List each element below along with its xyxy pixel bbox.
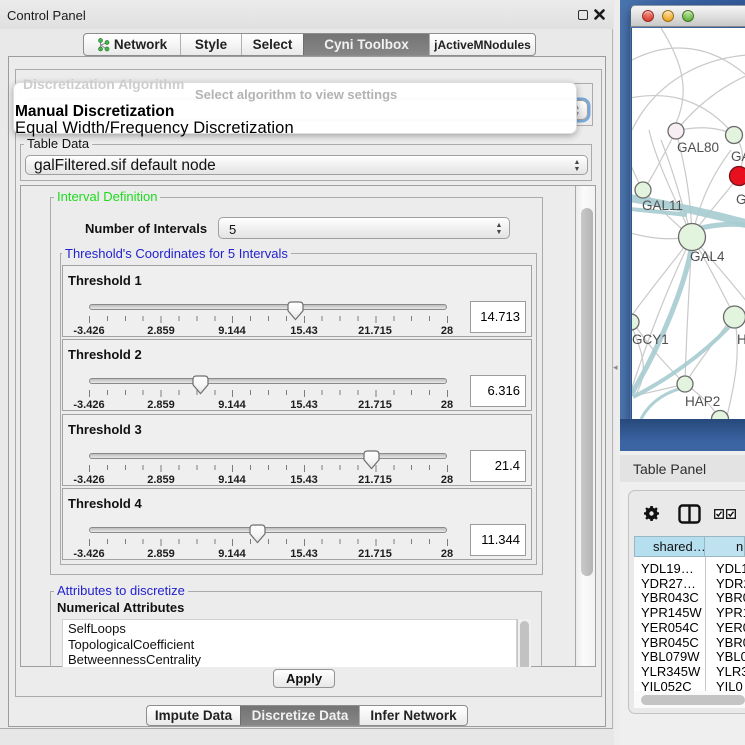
- svg-text:GA: GA: [731, 149, 745, 164]
- svg-text:GAL11: GAL11: [642, 198, 683, 213]
- svg-text:G: G: [736, 192, 745, 207]
- svg-text:GAL80: GAL80: [677, 140, 719, 155]
- svg-text:GAL4: GAL4: [690, 249, 725, 264]
- svg-text:GCY1: GCY1: [632, 332, 669, 347]
- svg-text:HAP2: HAP2: [685, 394, 720, 409]
- svg-text:H: H: [737, 332, 745, 347]
